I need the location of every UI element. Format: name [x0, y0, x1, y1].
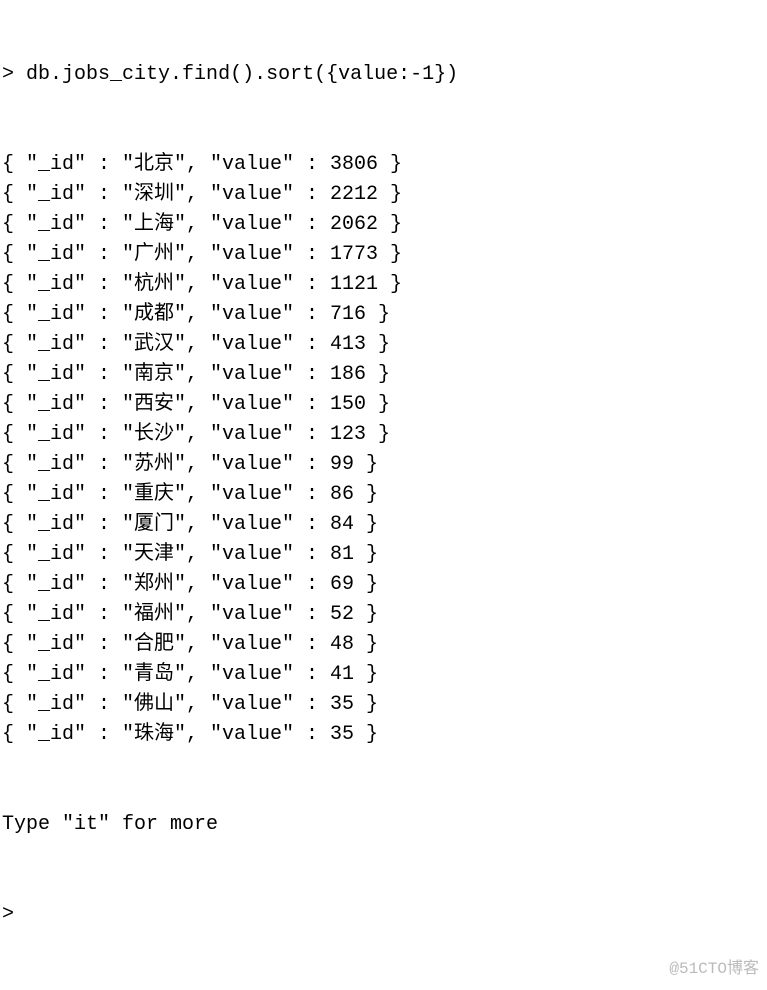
result-row: { "_id" : "天津", "value" : 81 } — [2, 540, 767, 570]
footer-line: Type "it" for more — [2, 810, 767, 840]
result-row: { "_id" : "青岛", "value" : 41 } — [2, 660, 767, 690]
watermark: @51CTO博客 — [669, 954, 759, 984]
result-row: { "_id" : "郑州", "value" : 69 } — [2, 570, 767, 600]
command-text: db.jobs_city.find().sort({value:-1}) — [26, 63, 458, 86]
result-row: { "_id" : "武汉", "value" : 413 } — [2, 330, 767, 360]
result-row: { "_id" : "长沙", "value" : 123 } — [2, 420, 767, 450]
result-rows: { "_id" : "北京", "value" : 3806 }{ "_id" … — [2, 150, 767, 750]
result-row: { "_id" : "厦门", "value" : 84 } — [2, 510, 767, 540]
next-prompt[interactable]: > — [2, 900, 767, 930]
command-line: > db.jobs_city.find().sort({value:-1}) — [2, 60, 767, 90]
result-row: { "_id" : "北京", "value" : 3806 } — [2, 150, 767, 180]
result-row: { "_id" : "合肥", "value" : 48 } — [2, 630, 767, 660]
result-row: { "_id" : "南京", "value" : 186 } — [2, 360, 767, 390]
prompt-char: > — [2, 63, 14, 86]
result-row: { "_id" : "珠海", "value" : 35 } — [2, 720, 767, 750]
result-row: { "_id" : "上海", "value" : 2062 } — [2, 210, 767, 240]
result-row: { "_id" : "重庆", "value" : 86 } — [2, 480, 767, 510]
result-row: { "_id" : "西安", "value" : 150 } — [2, 390, 767, 420]
result-row: { "_id" : "深圳", "value" : 2212 } — [2, 180, 767, 210]
terminal-output: > db.jobs_city.find().sort({value:-1}) {… — [0, 0, 767, 990]
result-row: { "_id" : "苏州", "value" : 99 } — [2, 450, 767, 480]
result-row: { "_id" : "佛山", "value" : 35 } — [2, 690, 767, 720]
result-row: { "_id" : "杭州", "value" : 1121 } — [2, 270, 767, 300]
result-row: { "_id" : "广州", "value" : 1773 } — [2, 240, 767, 270]
result-row: { "_id" : "福州", "value" : 52 } — [2, 600, 767, 630]
result-row: { "_id" : "成都", "value" : 716 } — [2, 300, 767, 330]
